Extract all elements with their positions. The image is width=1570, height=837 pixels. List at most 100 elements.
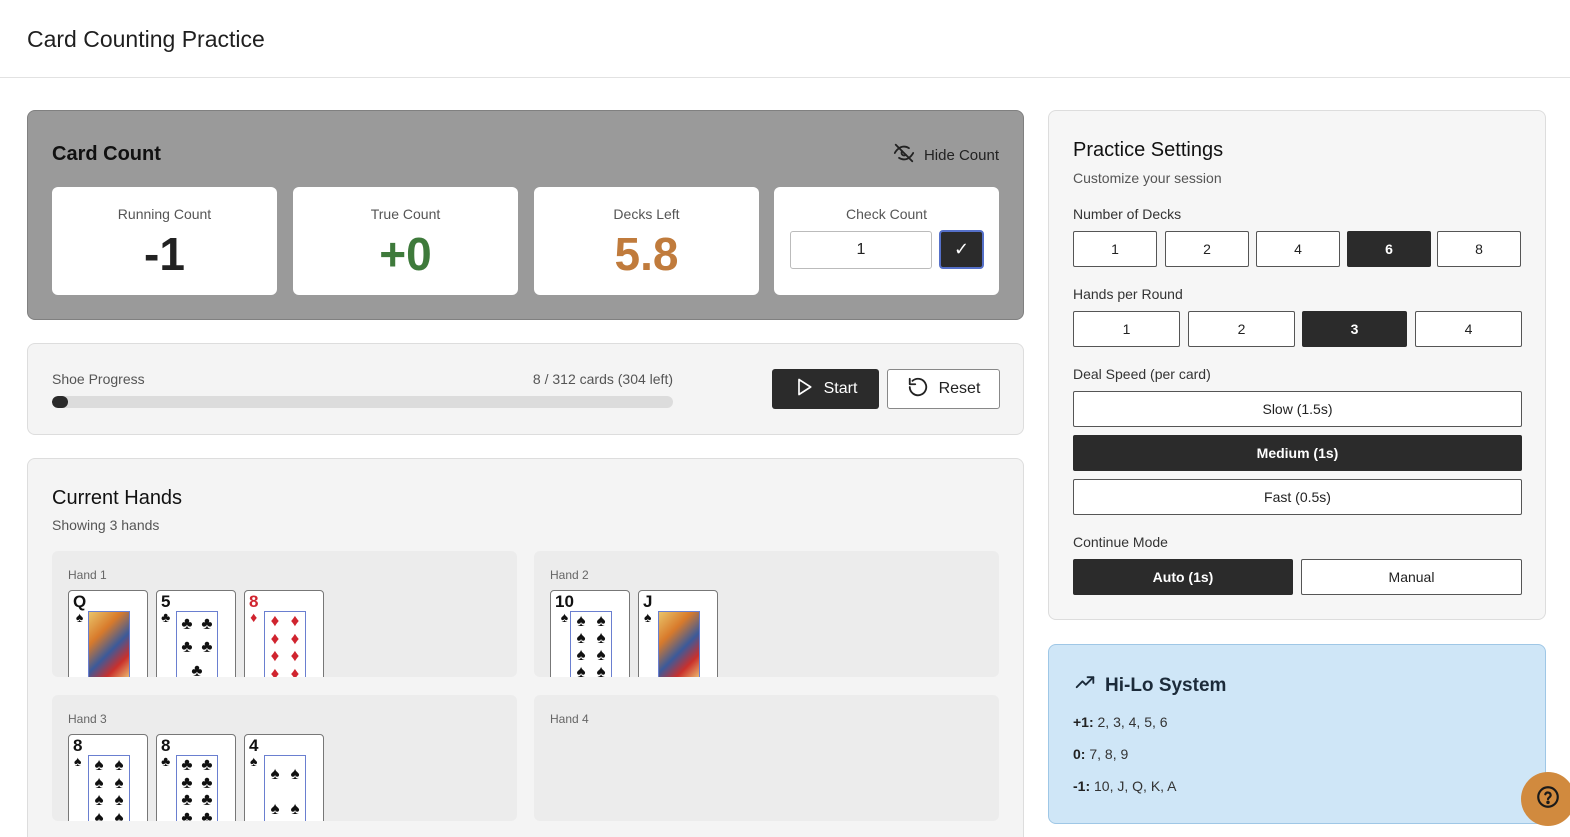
- hands-per-round-option[interactable]: 3: [1302, 311, 1407, 347]
- card-pip-icon: ♣: [191, 660, 203, 677]
- check-count-input[interactable]: [790, 231, 932, 269]
- card-suit-icon: ♠: [250, 753, 258, 769]
- decks-option[interactable]: 2: [1165, 231, 1249, 267]
- card-pip-icon: ♠: [576, 611, 586, 630]
- decks-option[interactable]: 6: [1347, 231, 1431, 267]
- deal-speed-option[interactable]: Slow (1.5s): [1073, 391, 1522, 427]
- start-button[interactable]: Start: [772, 369, 879, 409]
- card-count-panel: Card Count Hide Count Running Count -1 T…: [27, 110, 1024, 320]
- hand-cards: Q♠Q5♣♣♣♣♣♣58♦♦♦♦♦♦♦♦♦8: [68, 590, 324, 677]
- hand-slot: Hand 4: [534, 695, 999, 821]
- hilo-title-row: Hi-Lo System: [1073, 673, 1226, 699]
- card-suit-icon: ♣: [161, 753, 171, 769]
- hilo-system-panel: Hi-Lo System +1: 2, 3, 4, 5, 6 0: 7, 8, …: [1048, 644, 1546, 824]
- hand-slot: Hand 2 10♠♠♠♠♠♠♠♠♠♠♠10J♠J: [534, 551, 999, 677]
- card-pip-icon: ♠: [290, 764, 300, 783]
- settings-title: Practice Settings: [1073, 139, 1224, 161]
- card-corner: Q ♠: [73, 593, 86, 624]
- settings-subtitle: Customize your session: [1073, 170, 1222, 186]
- top-bar: Card Counting Practice: [0, 0, 1570, 78]
- playing-card: 5♣♣♣♣♣♣5: [156, 590, 236, 677]
- card-face-art: [658, 611, 700, 677]
- card-face-art: [88, 611, 130, 677]
- continue-mode-option[interactable]: Manual: [1301, 559, 1522, 595]
- card-pip-icon: ♠: [94, 772, 104, 792]
- card-pip-icon: ♠: [596, 662, 606, 677]
- hands-per-round-option[interactable]: 4: [1415, 311, 1522, 347]
- decks-option[interactable]: 4: [1256, 231, 1340, 267]
- card-pip-icon: ♠: [94, 755, 104, 775]
- deal-speed-option[interactable]: Medium (1s): [1073, 435, 1522, 471]
- hide-count-button[interactable]: Hide Count: [892, 142, 999, 168]
- deal-speed-option[interactable]: Fast (0.5s): [1073, 479, 1522, 515]
- card-pip-icon: ♦: [270, 646, 280, 666]
- decks-option[interactable]: 1: [1073, 231, 1157, 267]
- card-suit-icon: ♣: [161, 609, 171, 625]
- card-pip-icon: ♠: [596, 611, 606, 630]
- card-pip-icon: ♠: [290, 799, 300, 818]
- card-corner: J ♠: [643, 593, 652, 624]
- playing-card: 10♠♠♠♠♠♠♠♠♠♠♠10: [550, 590, 630, 677]
- hilo-row: -1: 10, J, Q, K, A: [1073, 778, 1177, 794]
- hand-label: Hand 1: [68, 568, 107, 582]
- help-button[interactable]: [1521, 772, 1570, 826]
- hand-label: Hand 3: [68, 712, 107, 726]
- card-pip-icon: ♠: [94, 807, 104, 821]
- check-count-label: Check Count: [846, 206, 927, 222]
- card-pip-icon: ♠: [576, 662, 586, 677]
- hands-per-round-option[interactable]: 1: [1073, 311, 1180, 347]
- hand-slot: Hand 1 Q♠Q5♣♣♣♣♣♣58♦♦♦♦♦♦♦♦♦8: [52, 551, 517, 677]
- current-hands-panel: Current Hands Showing 3 hands Hand 1 Q♠Q…: [27, 458, 1024, 837]
- playing-card: 4♠♠♠♠♠4: [244, 734, 324, 821]
- card-suit-icon: ♠: [644, 609, 652, 625]
- decks-label: Number of Decks: [1073, 206, 1182, 222]
- card-pip-icon: ♣: [181, 637, 193, 657]
- card-suit-icon: ♦: [250, 609, 258, 625]
- card-pip-icon: ♦: [270, 628, 280, 648]
- card-pip-icon: ♦: [290, 611, 300, 631]
- card-pip-icon: ♠: [270, 764, 280, 783]
- card-pip-icon: ♣: [181, 772, 193, 792]
- hand-label: Hand 2: [550, 568, 589, 582]
- hilo-row-key: +1:: [1073, 714, 1094, 730]
- card-pip-icon: ♠: [576, 645, 586, 664]
- card-pips: ♠ ♠ ♠ ♠: [264, 755, 306, 821]
- shoe-progress-panel: Shoe Progress 8 / 312 cards (304 left) S…: [27, 343, 1024, 435]
- check-count-submit-button[interactable]: ✓: [939, 230, 984, 269]
- decks-option[interactable]: 8: [1437, 231, 1521, 267]
- reset-button[interactable]: Reset: [887, 369, 1000, 409]
- card-corner: 8 ♠: [73, 737, 82, 768]
- card-pip-icon: ♠: [114, 790, 124, 810]
- card-pip-icon: ♠: [576, 628, 586, 647]
- playing-card: 8♣♣♣♣♣♣♣♣♣8: [156, 734, 236, 821]
- reset-label: Reset: [938, 380, 981, 397]
- decks-left-box: Decks Left 5.8: [534, 187, 759, 295]
- card-pip-icon: ♣: [181, 755, 193, 775]
- deal-speed-label: Deal Speed (per card): [1073, 366, 1211, 382]
- eye-off-icon: [892, 142, 916, 168]
- playing-card: J♠J: [638, 590, 718, 677]
- shoe-progress-fill: [52, 396, 68, 408]
- rotate-ccw-icon: [907, 376, 929, 403]
- continue-mode-option[interactable]: Auto (1s): [1073, 559, 1293, 595]
- playing-card: 8♦♦♦♦♦♦♦♦♦8: [244, 590, 324, 677]
- hand-cards: 10♠♠♠♠♠♠♠♠♠♠♠10J♠J: [550, 590, 718, 677]
- hands-per-round-option[interactable]: 2: [1188, 311, 1295, 347]
- hand-cards: 8♠♠♠♠♠♠♠♠♠88♣♣♣♣♣♣♣♣♣84♠♠♠♠♠4: [68, 734, 324, 821]
- shoe-progress-bar: [52, 396, 673, 408]
- card-pip-icon: ♣: [181, 790, 193, 810]
- card-pip-icon: ♣: [181, 614, 193, 634]
- start-label: Start: [823, 380, 858, 397]
- card-pips: ♦ ♦ ♦ ♦ ♦ ♦ ♦ ♦: [264, 611, 306, 677]
- card-pip-icon: ♠: [114, 755, 124, 775]
- hilo-row-key: 0:: [1073, 746, 1086, 762]
- card-pip-icon: ♣: [201, 755, 213, 775]
- playing-card: 8♠♠♠♠♠♠♠♠♠8: [68, 734, 148, 821]
- card-pip-icon: ♠: [596, 628, 606, 647]
- card-pip-icon: ♠: [114, 807, 124, 821]
- card-pip-icon: ♠: [596, 645, 606, 664]
- decks-left-label: Decks Left: [613, 206, 680, 222]
- card-pips: ♣ ♣ ♣ ♣ ♣: [176, 611, 218, 677]
- card-suit-icon: ♠: [74, 753, 82, 769]
- current-hands-subtitle: Showing 3 hands: [52, 517, 160, 533]
